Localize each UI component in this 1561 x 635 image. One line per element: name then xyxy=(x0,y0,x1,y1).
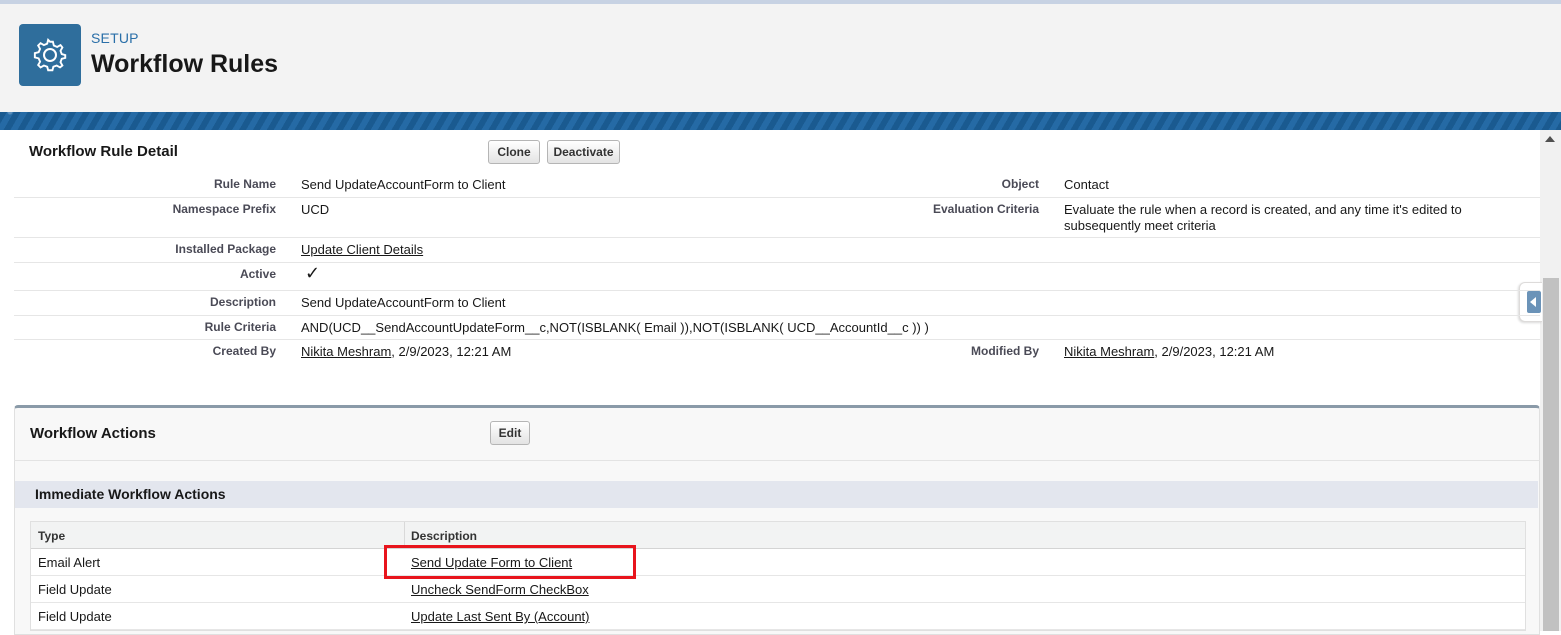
modified-by-label: Modified By xyxy=(971,344,1039,358)
action-type: Field Update xyxy=(38,582,112,597)
page-title: Workflow Rules xyxy=(91,50,279,78)
clone-button[interactable]: Clone xyxy=(488,140,540,164)
action-type: Field Update xyxy=(38,609,112,624)
created-by-user-link[interactable]: Nikita Meshram xyxy=(301,344,391,359)
object-value: Contact xyxy=(1064,177,1109,192)
active-label: Active xyxy=(239,267,276,281)
setup-header: SETUP Workflow Rules xyxy=(0,4,1561,113)
created-by-date: , 2/9/2023, 12:21 AM xyxy=(391,344,512,359)
created-by-label: Created By xyxy=(212,344,276,358)
action-type: Email Alert xyxy=(38,555,101,570)
description-label: Description xyxy=(209,295,276,309)
namespace-prefix-value: UCD xyxy=(301,202,330,217)
edit-button[interactable]: Edit xyxy=(490,421,530,445)
scroll-up-arrow-icon[interactable] xyxy=(1545,136,1555,142)
table-row: Email Alert Send Update Form to Client xyxy=(31,549,1525,576)
modified-by-date: , 2/9/2023, 12:21 AM xyxy=(1154,344,1275,359)
detail-row-namespace: Namespace Prefix UCD Evaluation Criteria… xyxy=(14,197,1540,238)
immediate-actions-header xyxy=(15,481,1538,508)
installed-package-label: Installed Package xyxy=(175,242,276,256)
detail-row-created-modified: Created By Nikita Meshram, 2/9/2023, 12:… xyxy=(14,339,1540,364)
object-label: Object xyxy=(1001,177,1039,191)
evaluation-criteria-label: Evaluation Criteria xyxy=(932,202,1039,216)
action-description-link[interactable]: Uncheck SendForm CheckBox xyxy=(411,582,589,597)
header-banner xyxy=(0,112,1561,130)
workflow-actions-title: Workflow Actions xyxy=(30,425,156,442)
action-description-link[interactable]: Update Last Sent By (Account) xyxy=(411,609,589,624)
column-header-type: Type xyxy=(38,529,66,543)
actions-divider xyxy=(14,460,1540,461)
deactivate-button[interactable]: Deactivate xyxy=(547,140,620,164)
namespace-prefix-label: Namespace Prefix xyxy=(172,202,276,216)
detail-row-active: Active ✓ xyxy=(14,262,1540,291)
table-row: Field Update Update Last Sent By (Accoun… xyxy=(31,603,1525,630)
installed-package-link[interactable]: Update Client Details xyxy=(301,242,423,258)
detail-row-description: Description Send UpdateAccountForm to Cl… xyxy=(14,290,1540,316)
red-highlight-box xyxy=(384,545,636,579)
scrollbar-thumb[interactable] xyxy=(1543,278,1559,631)
rule-criteria-label: Rule Criteria xyxy=(204,320,276,334)
detail-row-rule-criteria: Rule Criteria AND(UCD__SendAccountUpdate… xyxy=(14,315,1540,340)
rule-name-value: Send UpdateAccountForm to Client xyxy=(301,177,506,192)
breadcrumb[interactable]: SETUP xyxy=(91,30,139,46)
gear-icon xyxy=(19,24,81,86)
workflow-rule-detail-title: Workflow Rule Detail xyxy=(29,143,178,160)
table-header-row: Type Description xyxy=(31,522,1525,549)
immediate-actions-title: Immediate Workflow Actions xyxy=(35,486,226,502)
active-checkmark-icon: ✓ xyxy=(305,263,321,283)
column-header-description: Description xyxy=(411,529,478,543)
modified-by-value: Nikita Meshram, 2/9/2023, 12:21 AM xyxy=(1064,344,1274,360)
description-value: Send UpdateAccountForm to Client xyxy=(301,295,506,310)
detail-row-installed-package: Installed Package Update Client Details xyxy=(14,237,1540,263)
table-row: Field Update Uncheck SendForm CheckBox xyxy=(31,576,1525,603)
modified-by-user-link[interactable]: Nikita Meshram xyxy=(1064,344,1154,359)
created-by-value: Nikita Meshram, 2/9/2023, 12:21 AM xyxy=(301,344,511,360)
evaluation-criteria-value: Evaluate the rule when a record is creat… xyxy=(1064,202,1462,233)
detail-row-rule-name: Rule Name Send UpdateAccountForm to Clie… xyxy=(14,172,1540,198)
rule-criteria-value: AND(UCD__SendAccountUpdateForm__c,NOT(IS… xyxy=(301,320,929,335)
immediate-actions-table: Type Description Email Alert Send Update… xyxy=(30,521,1526,631)
rule-name-label: Rule Name xyxy=(213,177,276,191)
